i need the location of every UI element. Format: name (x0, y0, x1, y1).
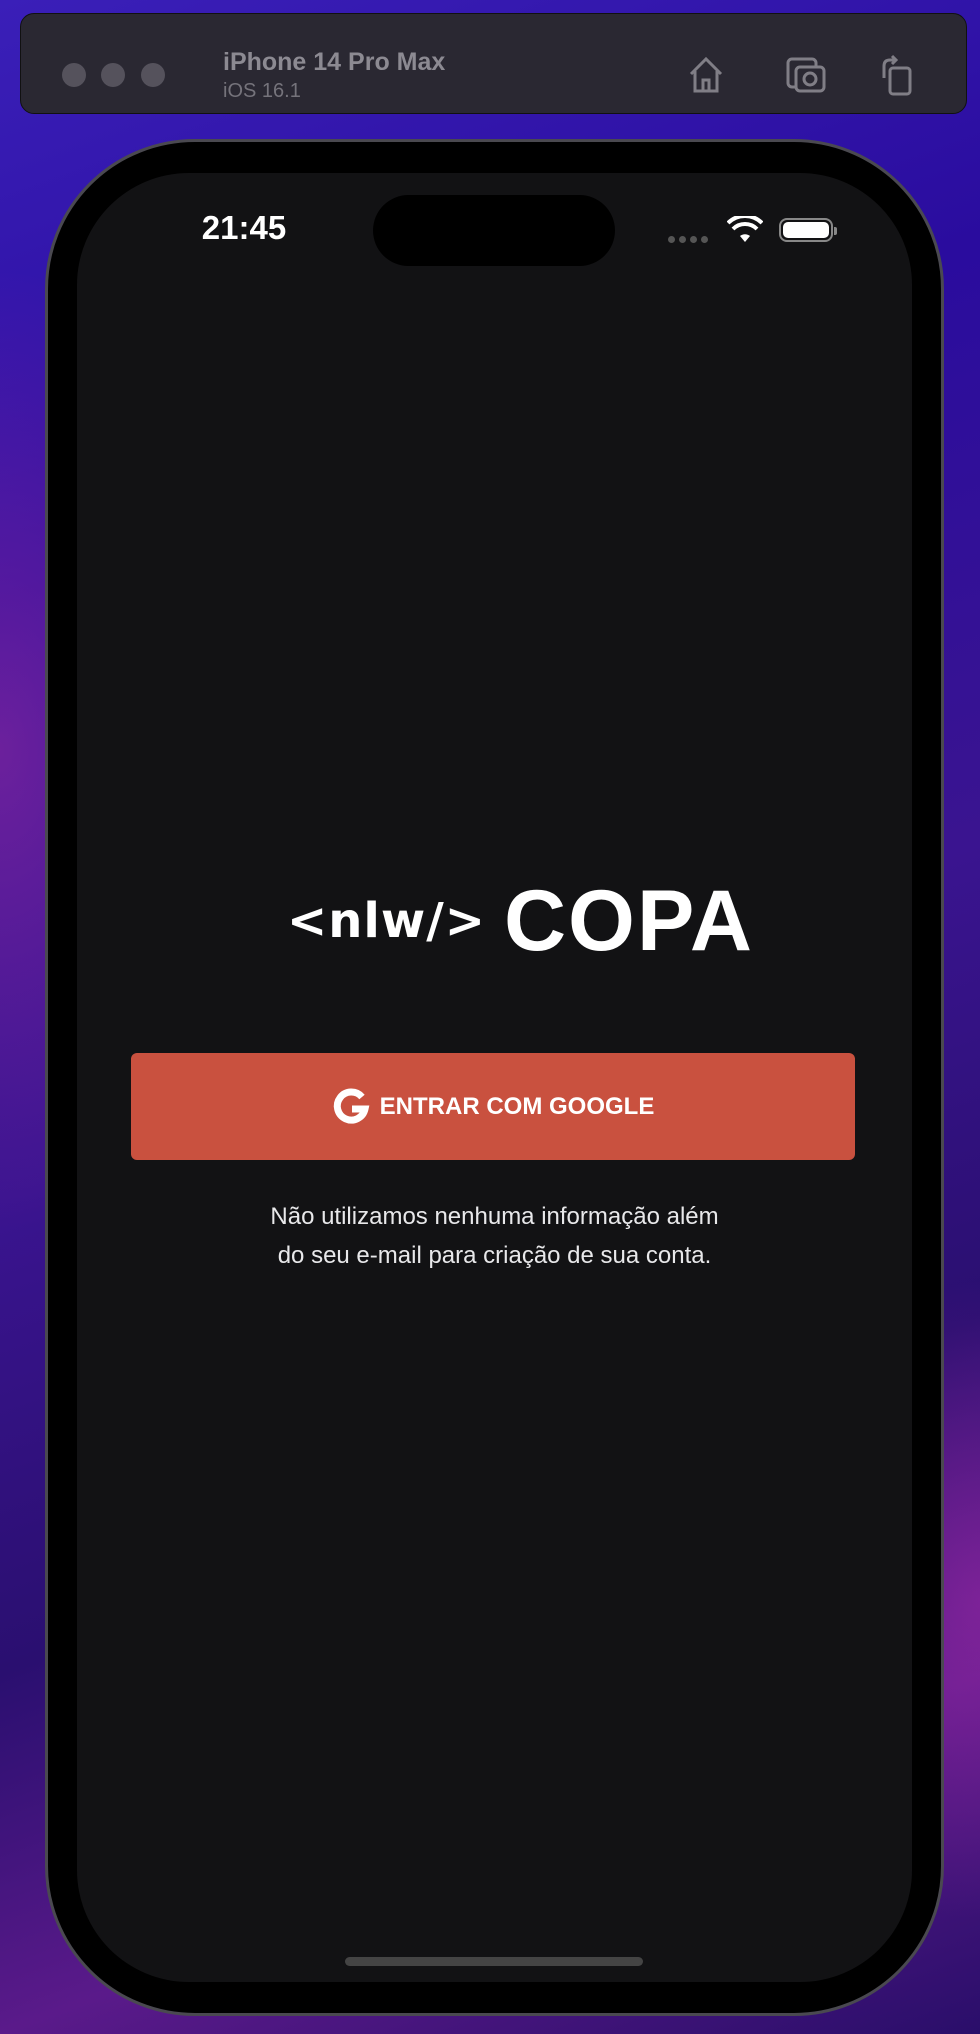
logo-name: COPA (503, 873, 755, 969)
window-minimize-button[interactable] (101, 63, 125, 87)
home-indicator[interactable] (345, 1957, 643, 1966)
screenshot-icon[interactable] (785, 54, 827, 96)
status-time: 21:45 (201, 209, 287, 246)
google-sign-in-button[interactable]: ENTRAR COM GOOGLE (131, 1053, 855, 1160)
simulator-toolbar: iPhone 14 Pro Max iOS 16.1 (20, 13, 967, 114)
wifi-icon (727, 216, 763, 242)
window-close-button[interactable] (62, 63, 86, 87)
caption-line: do seu e-mail para criação de sua conta. (277, 1242, 712, 1269)
dynamic-island (373, 195, 615, 266)
cellular-signal-icon (668, 236, 708, 243)
caption-line: Não utilizamos nenhuma informação além (270, 1203, 719, 1230)
os-version: iOS 16.1 (223, 80, 301, 102)
window-zoom-button[interactable] (141, 63, 165, 87)
app-logo: <nlw/> COPA (287, 878, 754, 964)
home-icon[interactable] (685, 54, 727, 96)
privacy-caption: Não utilizamos nenhuma informação além d… (77, 1197, 912, 1275)
battery-icon (779, 218, 837, 242)
google-button-label: ENTRAR COM GOOGLE (379, 1092, 655, 1120)
google-icon (333, 1088, 370, 1124)
logo-prefix: <nlw/> (287, 893, 486, 949)
device-name: iPhone 14 Pro Max (223, 48, 446, 76)
app-screen: 21:45 <nlw/> COPA ENTRAR COM GOOGLE Não … (77, 173, 912, 1982)
rotate-icon[interactable] (876, 54, 918, 96)
